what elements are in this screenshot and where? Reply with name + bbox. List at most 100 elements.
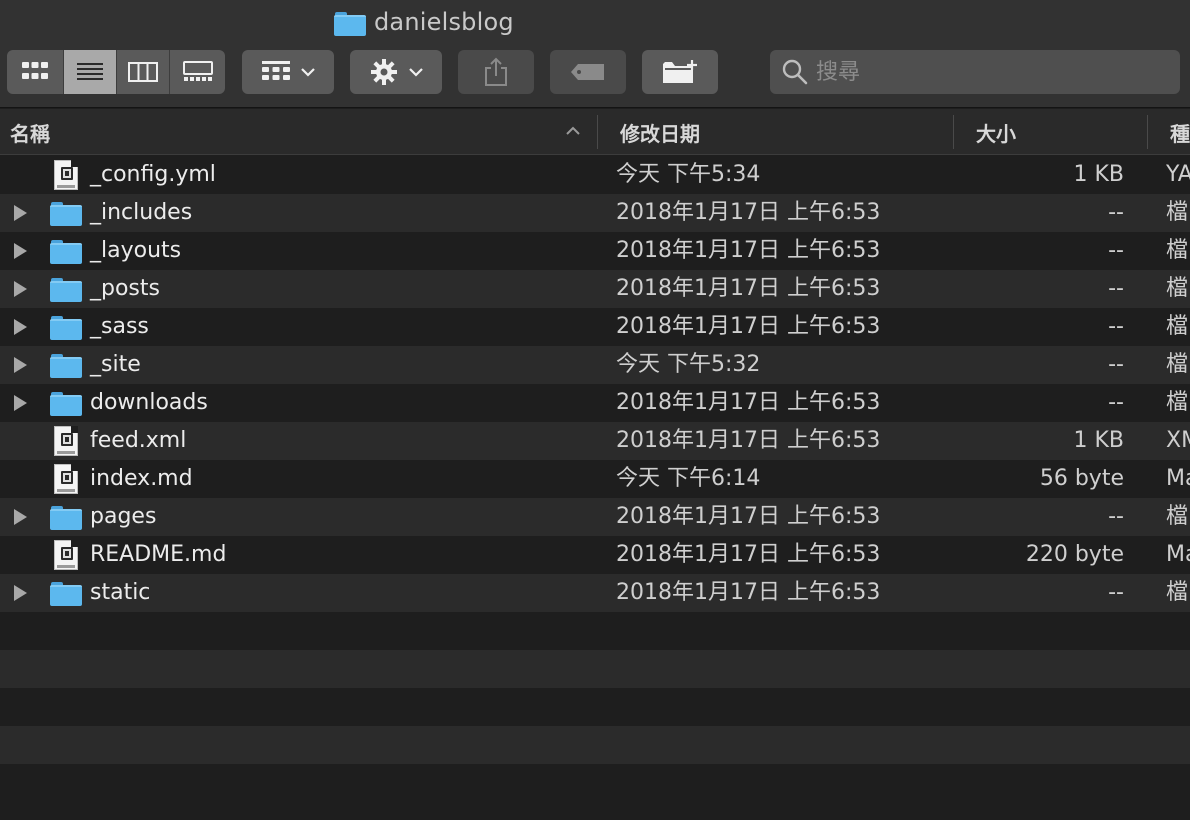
disclosure-triangle-icon[interactable] — [14, 243, 27, 259]
folder-icon — [334, 10, 366, 36]
file-kind: XM — [1166, 428, 1190, 453]
document-icon — [50, 426, 82, 456]
empty-row — [0, 650, 1190, 688]
chevron-down-icon — [409, 68, 423, 77]
file-row[interactable]: index.md 今天 下午6:14 56 byte Ma — [0, 460, 1190, 498]
folder-row[interactable]: downloads 2018年1月17日 上午6:53 -- 檔 — [0, 384, 1190, 422]
file-size: 56 byte — [1039, 466, 1124, 491]
search-icon — [782, 59, 808, 85]
file-size: -- — [1108, 390, 1124, 415]
sort-ascending-icon — [566, 126, 580, 135]
group-by-icon — [262, 61, 290, 80]
file-kind: 檔 — [1166, 276, 1189, 301]
icon-view-icon — [22, 62, 48, 79]
file-modified-date: 2018年1月17日 上午6:53 — [616, 314, 881, 339]
gear-icon — [371, 59, 397, 85]
share-button[interactable] — [458, 50, 534, 94]
chevron-down-icon — [301, 68, 315, 77]
disclosure-triangle-icon[interactable] — [14, 509, 27, 525]
file-name: _site — [90, 352, 141, 377]
toolbar — [0, 44, 1190, 108]
list-view-icon — [77, 63, 103, 80]
title-bar: danielsblog — [0, 0, 1190, 44]
action-button[interactable] — [350, 50, 442, 94]
file-name: _sass — [90, 314, 149, 339]
folder-row[interactable]: _site 今天 下午5:32 -- 檔 — [0, 346, 1190, 384]
folder-row[interactable]: _layouts 2018年1月17日 上午6:53 -- 檔 — [0, 232, 1190, 270]
document-icon — [50, 160, 82, 190]
folder-icon — [50, 312, 82, 342]
disclosure-triangle-icon[interactable] — [14, 205, 27, 221]
file-kind: YA — [1166, 162, 1190, 187]
column-divider[interactable] — [597, 115, 598, 149]
new-folder-button[interactable] — [642, 50, 718, 94]
file-kind: 檔 — [1166, 580, 1189, 605]
file-name: _layouts — [90, 238, 182, 263]
file-kind: Ma — [1166, 466, 1190, 491]
icon-view-button[interactable] — [7, 50, 64, 94]
folder-row[interactable]: _posts 2018年1月17日 上午6:53 -- 檔 — [0, 270, 1190, 308]
file-kind: 檔 — [1166, 504, 1189, 529]
document-icon — [50, 540, 82, 570]
file-size: -- — [1108, 238, 1124, 263]
file-modified-date: 今天 下午5:34 — [616, 162, 761, 187]
file-name: feed.xml — [90, 428, 187, 453]
column-header-size-label: 大小 — [976, 121, 1016, 146]
file-size: -- — [1108, 314, 1124, 339]
folder-icon — [50, 236, 82, 266]
list-view-button[interactable] — [64, 50, 117, 94]
disclosure-triangle-icon[interactable] — [14, 319, 27, 335]
folder-icon — [50, 350, 82, 380]
file-modified-date: 2018年1月17日 上午6:53 — [616, 200, 881, 225]
column-header-size[interactable]: 大小 — [976, 109, 1136, 155]
gallery-view-icon — [182, 61, 213, 81]
group-by-button[interactable] — [242, 50, 334, 94]
file-row[interactable]: README.md 2018年1月17日 上午6:53 220 byte Ma — [0, 536, 1190, 574]
file-size: 1 KB — [1073, 428, 1124, 453]
column-divider[interactable] — [953, 115, 954, 149]
file-modified-date: 2018年1月17日 上午6:53 — [616, 542, 881, 567]
folder-row[interactable]: static 2018年1月17日 上午6:53 -- 檔 — [0, 574, 1190, 612]
folder-row[interactable]: pages 2018年1月17日 上午6:53 -- 檔 — [0, 498, 1190, 536]
folder-row[interactable]: _sass 2018年1月17日 上午6:53 -- 檔 — [0, 308, 1190, 346]
search-input[interactable] — [816, 59, 1156, 85]
folder-icon — [50, 388, 82, 418]
search-field[interactable] — [770, 50, 1180, 94]
column-header-kind[interactable]: 種 — [1170, 109, 1190, 155]
file-size: 220 byte — [1025, 542, 1124, 567]
file-name: pages — [90, 504, 157, 529]
disclosure-triangle-icon[interactable] — [14, 281, 27, 297]
file-modified-date: 今天 下午5:32 — [616, 352, 761, 377]
column-header-name[interactable]: 名稱 — [10, 109, 590, 155]
disclosure-triangle-icon[interactable] — [14, 357, 27, 373]
folder-icon — [50, 198, 82, 228]
column-divider[interactable] — [1147, 115, 1148, 149]
file-kind: 檔 — [1166, 352, 1189, 377]
file-name: _config.yml — [90, 162, 216, 187]
tag-button[interactable] — [550, 50, 626, 94]
column-header-date[interactable]: 修改日期 — [620, 109, 940, 155]
disclosure-triangle-icon[interactable] — [14, 395, 27, 411]
file-name: README.md — [90, 542, 227, 567]
folder-icon — [50, 502, 82, 532]
window-title: danielsblog — [334, 8, 514, 36]
file-name: _includes — [90, 200, 193, 225]
tag-icon — [571, 64, 604, 80]
file-row[interactable]: _config.yml 今天 下午5:34 1 KB YA — [0, 156, 1190, 194]
file-kind: 檔 — [1166, 314, 1189, 339]
column-header-date-label: 修改日期 — [620, 121, 700, 146]
file-row[interactable]: feed.xml 2018年1月17日 上午6:53 1 KB XM — [0, 422, 1190, 460]
gallery-view-button[interactable] — [170, 50, 225, 94]
file-modified-date: 2018年1月17日 上午6:53 — [616, 580, 881, 605]
file-name: static — [90, 580, 151, 605]
disclosure-triangle-icon[interactable] — [14, 585, 27, 601]
column-header: 名稱 修改日期 大小 種 — [0, 109, 1190, 155]
file-list: _config.yml 今天 下午5:34 1 KB YA _includes 2018年… — [0, 156, 1190, 802]
file-modified-date: 2018年1月17日 上午6:53 — [616, 428, 881, 453]
file-size: -- — [1108, 200, 1124, 225]
file-kind: Ma — [1166, 542, 1190, 567]
file-name: _posts — [90, 276, 160, 301]
window-title-text: danielsblog — [374, 8, 514, 36]
column-view-button[interactable] — [117, 50, 170, 94]
folder-row[interactable]: _includes 2018年1月17日 上午6:53 -- 檔 — [0, 194, 1190, 232]
